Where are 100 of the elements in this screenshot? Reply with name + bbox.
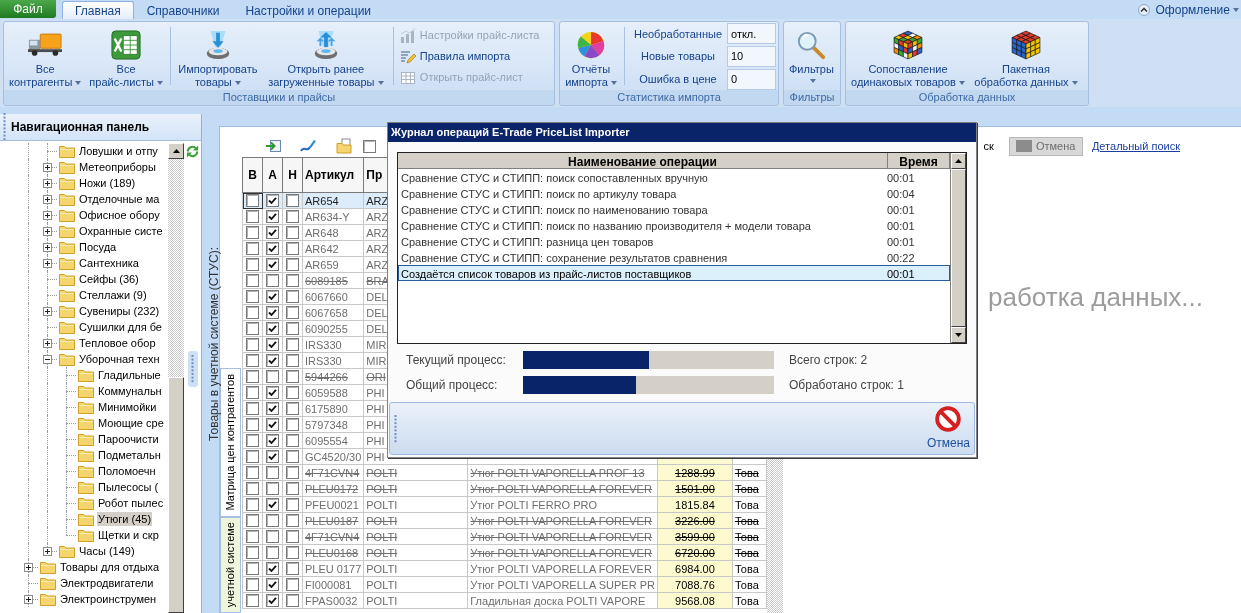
checkbox[interactable]	[286, 546, 299, 559]
checkbox[interactable]	[286, 290, 299, 303]
tree-item[interactable]: Робот пылес	[97, 496, 165, 510]
checkbox[interactable]	[266, 290, 279, 303]
tree-item[interactable]: Стеллажи (9)	[78, 288, 148, 302]
checkbox[interactable]	[286, 466, 299, 479]
ribbon-button[interactable]: Импортировать товары	[174, 22, 261, 89]
checkbox[interactable]	[266, 322, 279, 335]
checkbox[interactable]	[286, 530, 299, 543]
checkbox[interactable]	[286, 226, 299, 239]
side-tab[interactable]: учетной системе	[220, 517, 241, 613]
checkbox[interactable]	[266, 434, 279, 447]
checkbox[interactable]	[286, 402, 299, 415]
plus-box-icon[interactable]	[43, 258, 52, 268]
checkbox[interactable]	[246, 418, 259, 431]
checkbox[interactable]	[266, 466, 279, 479]
checkbox[interactable]	[246, 482, 259, 495]
tree-item[interactable]: Поломоечн	[97, 464, 157, 478]
checkbox[interactable]	[286, 418, 299, 431]
checkbox[interactable]	[266, 306, 279, 319]
tree-item[interactable]: Моющие сре	[97, 416, 165, 430]
checkbox[interactable]	[246, 546, 259, 559]
checkbox[interactable]	[246, 578, 259, 591]
ribbon-button[interactable]: Фильтры	[786, 22, 837, 84]
checkbox[interactable]	[286, 242, 299, 255]
tree-item[interactable]: Ловушки и отпу	[78, 144, 159, 158]
checkbox[interactable]	[266, 546, 279, 559]
tree-item[interactable]: Сушилки для бе	[78, 320, 163, 334]
checkbox[interactable]	[266, 338, 279, 351]
plus-box-icon[interactable]	[24, 562, 33, 572]
ribbon-tab[interactable]: Настройки и операции	[232, 1, 385, 19]
tree-item[interactable]: Товары для отдыха	[59, 560, 161, 574]
grip-icon[interactable]	[394, 413, 397, 444]
tree-item[interactable]: Электроинструмен	[59, 592, 158, 606]
checkbox[interactable]	[266, 194, 279, 207]
checkbox[interactable]	[266, 418, 279, 431]
checkbox[interactable]	[246, 226, 259, 239]
checkbox[interactable]	[266, 530, 279, 543]
checkbox[interactable]	[266, 402, 279, 415]
checkbox[interactable]	[246, 258, 259, 271]
checkbox[interactable]	[246, 386, 259, 399]
tree-item[interactable]: Сейфы (36)	[78, 272, 140, 286]
ribbon-button[interactable]: Открыть ранее загруженные товары	[262, 22, 389, 89]
tree-item[interactable]: Щетки и скр	[97, 528, 160, 542]
column-header[interactable]: А	[262, 157, 283, 193]
checkbox[interactable]	[246, 370, 259, 383]
tree-item[interactable]: Минимойки	[97, 400, 158, 414]
plus-box-icon[interactable]	[43, 242, 52, 252]
tree-item[interactable]: Уборочная техн	[78, 352, 161, 366]
plus-box-icon[interactable]	[43, 306, 52, 316]
ribbon-button[interactable]: Сопоставление одинаковых товаров	[848, 22, 968, 89]
ribbon-button[interactable]: Все контрагенты	[6, 22, 85, 89]
checkbox[interactable]	[266, 578, 279, 591]
tree-item[interactable]: Гладильные	[97, 368, 162, 382]
cancel-button[interactable]: Отмена	[926, 405, 970, 452]
checkbox[interactable]	[286, 274, 299, 287]
appearance-menu[interactable]: Оформление	[1155, 0, 1239, 19]
checkbox[interactable]	[286, 194, 299, 207]
checkbox[interactable]	[286, 498, 299, 511]
plus-box-icon[interactable]	[43, 178, 52, 188]
operation-row[interactable]: Создаётся список товаров из прайс-листов поставщиков 00:01	[398, 265, 950, 281]
tree-item[interactable]: Пылесосы (	[97, 480, 160, 494]
plus-box-icon[interactable]	[43, 194, 52, 204]
tree-item[interactable]: Тепловое обор	[78, 336, 157, 350]
checkbox[interactable]	[286, 338, 299, 351]
tree-item[interactable]: Охранные систе	[78, 224, 164, 238]
tree-item[interactable]: Метеоприборы	[78, 160, 157, 174]
ribbon-tab[interactable]: Справочники	[133, 1, 233, 19]
tree-item[interactable]: Утюги (45)	[97, 512, 153, 526]
file-menu-button[interactable]: Файл	[0, 0, 56, 18]
checkbox[interactable]	[266, 370, 279, 383]
arrow-into-frame-icon[interactable]	[265, 138, 281, 154]
tree-item[interactable]: Пароочисти	[97, 432, 160, 446]
checkbox[interactable]	[266, 354, 279, 367]
checkbox[interactable]	[266, 242, 279, 255]
ribbon-button[interactable]: Пакетная обработка данных	[969, 22, 1082, 89]
checkbox[interactable]	[286, 354, 299, 367]
ribbon-tab[interactable]: Главная	[62, 1, 134, 19]
scrollbar-thumb[interactable]	[951, 169, 966, 327]
plus-box-icon[interactable]	[43, 210, 52, 220]
side-tab[interactable]: Матрица цен контрагентов	[220, 368, 241, 517]
tree-item[interactable]: Сантехника	[78, 256, 140, 270]
checkbox[interactable]	[286, 434, 299, 447]
checkbox[interactable]	[246, 530, 259, 543]
grip-icon[interactable]	[3, 112, 6, 142]
scroll-up-button[interactable]	[951, 153, 966, 169]
checkbox[interactable]	[246, 274, 259, 287]
checkbox[interactable]	[246, 306, 259, 319]
checkbox[interactable]	[266, 386, 279, 399]
checkbox[interactable]	[266, 258, 279, 271]
checkbox[interactable]	[286, 386, 299, 399]
plus-box-icon[interactable]	[43, 226, 52, 236]
column-header[interactable]: Н	[282, 157, 303, 193]
detail-search-link[interactable]: Детальный поиск	[1091, 137, 1180, 155]
operation-row[interactable]: Сравнение СТУС и СТИПП: поиск сопоставленных вручную 00:01	[398, 169, 950, 185]
tree-item[interactable]: Ножи (189)	[78, 176, 137, 190]
ribbon-button[interactable]: Все прайс-листы	[86, 22, 166, 89]
checkbox[interactable]	[246, 402, 259, 415]
plus-box-icon[interactable]	[24, 594, 33, 604]
checkbox[interactable]	[286, 594, 299, 607]
